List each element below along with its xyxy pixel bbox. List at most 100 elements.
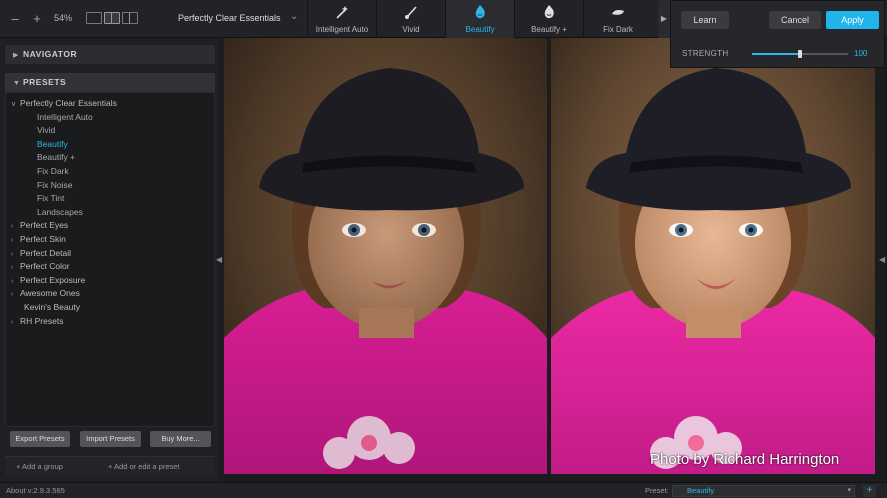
- preset-item[interactable]: Landscapes: [6, 206, 214, 220]
- add-group-link[interactable]: + Add a group: [16, 462, 63, 471]
- add-preset-button[interactable]: +: [863, 485, 876, 497]
- brush-icon: [377, 4, 445, 23]
- tab-intelligent-auto[interactable]: Intelligent Auto: [307, 0, 376, 38]
- collapse-sidebar-icon[interactable]: ◀: [216, 255, 222, 264]
- after-image[interactable]: [551, 38, 875, 474]
- preset-label: Fix Dark: [37, 165, 69, 176]
- view-mode-group: [86, 12, 138, 24]
- navigator-header[interactable]: ▶ NAVIGATOR: [5, 45, 215, 64]
- cancel-button[interactable]: Cancel: [769, 11, 821, 29]
- side-by-side-view-icon[interactable]: [104, 12, 120, 24]
- chevron-down-icon: ▼: [13, 80, 21, 87]
- preset-tree-panel: ∨ Perfectly Clear Essentials Intelligent A…: [5, 92, 215, 427]
- strength-slider-thumb[interactable]: [798, 50, 802, 58]
- strength-slider[interactable]: [752, 50, 848, 58]
- tab-vivid[interactable]: Vivid: [376, 0, 445, 38]
- tab-label: Intelligent Auto: [315, 25, 369, 34]
- buy-more-button[interactable]: Buy More...: [150, 431, 211, 447]
- chevron-down-icon: ∨: [11, 101, 17, 108]
- preset-label: Fix Tint: [37, 193, 65, 204]
- zoom-level[interactable]: 54%: [54, 13, 72, 23]
- preset-label: Vivid: [37, 125, 56, 136]
- strength-value: 100: [854, 49, 868, 58]
- chevron-right-icon: ▶: [13, 52, 19, 59]
- chevron-right-icon: ›: [11, 318, 14, 326]
- preset-item[interactable]: Beautify +: [6, 151, 214, 165]
- photo-credit: Photo by Richard Harrington: [650, 451, 840, 468]
- chevron-down-icon[interactable]: ⌄: [290, 11, 298, 22]
- zoom-in-button[interactable]: +: [30, 11, 44, 26]
- preset-label: Fix Noise: [37, 179, 73, 190]
- preset-item[interactable]: Vivid: [6, 124, 214, 138]
- preset-group-selector[interactable]: Perfectly Clear Essentials: [178, 13, 281, 23]
- preset-label: Perfect Skin: [20, 233, 66, 244]
- preset-label: Beautify: [37, 138, 68, 149]
- preset-group-item[interactable]: › Perfect Detail: [6, 247, 214, 261]
- preset-group-item[interactable]: › Perfect Color: [6, 260, 214, 274]
- preset-actions: Export Presets Import Presets Buy More..…: [10, 431, 215, 447]
- after-photo: [551, 38, 875, 474]
- navigator-title: NAVIGATOR: [23, 49, 78, 59]
- preset-group-item[interactable]: › Awesome Ones: [6, 287, 214, 301]
- preset-group-item[interactable]: ∨ Perfectly Clear Essentials: [6, 97, 214, 111]
- preset-label: Beautify +: [37, 152, 76, 163]
- tab-fix-dark[interactable]: Fix Dark: [583, 0, 652, 38]
- tab-label: Vivid: [402, 25, 420, 34]
- preset-links: + Add a group + Add or edit a preset: [5, 456, 215, 476]
- presets-title: PRESETS: [23, 77, 67, 87]
- preset-group-item[interactable]: › Perfect Skin: [6, 233, 214, 247]
- preset-group-item[interactable]: › Perfect Exposure: [6, 274, 214, 288]
- preset-group-item[interactable]: › Perfect Eyes: [6, 219, 214, 233]
- preset-tree: ∨ Perfectly Clear Essentials Intelligent A…: [6, 97, 214, 328]
- collapse-right-panel-icon[interactable]: ◀: [879, 255, 885, 264]
- preset-item[interactable]: Intelligent Auto: [6, 111, 214, 125]
- preset-label: Perfectly Clear Essentials: [20, 98, 117, 108]
- beautify-plus-icon: [515, 4, 583, 23]
- chevron-right-icon: ›: [11, 264, 14, 272]
- presets-header[interactable]: ▼ PRESETS: [5, 73, 215, 92]
- apply-button[interactable]: Apply: [826, 11, 879, 29]
- preset-label: Perfect Exposure: [20, 274, 86, 285]
- preset-label: Perfect Detail: [20, 247, 72, 258]
- preset-item[interactable]: Fix Tint: [6, 192, 214, 206]
- preset-group-item[interactable]: › RH Presets: [6, 315, 214, 329]
- preset-label: RH Presets: [20, 315, 64, 326]
- chevron-right-icon: ›: [11, 236, 14, 244]
- tab-label: Beautify: [465, 25, 495, 34]
- single-view-icon[interactable]: [86, 12, 102, 24]
- chevron-right-icon: ›: [11, 277, 14, 285]
- preset-label: Preset:: [645, 486, 669, 495]
- split-view-icon[interactable]: [122, 12, 138, 24]
- preset-item[interactable]: Fix Dark: [6, 165, 214, 179]
- preset-tabs: Intelligent Auto Vivid Beautify Beautify…: [307, 0, 652, 38]
- chevron-right-icon: ›: [11, 291, 14, 299]
- preset-item[interactable]: Beautify: [6, 138, 214, 152]
- beautify-drop-icon: [446, 4, 514, 23]
- about-version-link[interactable]: About v:2.9.3.565: [6, 486, 65, 495]
- before-image[interactable]: [224, 38, 547, 474]
- before-photo: [224, 38, 547, 474]
- preset-label: Perfect Color: [20, 261, 70, 272]
- preset-label: Kevin's Beauty: [24, 301, 80, 312]
- preset-group-item[interactable]: Kevin's Beauty: [6, 301, 214, 315]
- chevron-right-icon: ›: [11, 250, 14, 258]
- fix-dark-icon: [584, 4, 652, 23]
- tab-beautify-plus[interactable]: Beautify +: [514, 0, 583, 38]
- preset-label: Perfect Eyes: [20, 220, 69, 231]
- export-presets-button[interactable]: Export Presets: [10, 431, 70, 447]
- learn-button[interactable]: Learn: [681, 11, 729, 29]
- tab-label: Fix Dark: [603, 25, 633, 34]
- preset-label: Awesome Ones: [20, 288, 80, 299]
- zoom-out-button[interactable]: –: [8, 11, 22, 26]
- strength-panel: Learn Cancel Apply STRENGTH 100: [670, 0, 885, 68]
- preset-label: Intelligent Auto: [37, 111, 93, 122]
- tab-beautify[interactable]: Beautify: [445, 0, 514, 38]
- add-preset-link[interactable]: + Add or edit a preset: [108, 462, 180, 471]
- preset-label: Landscapes: [37, 206, 83, 217]
- sidebar: ▶ NAVIGATOR ▼ PRESETS ∨ Perfectly Clear Ess…: [0, 38, 219, 482]
- preset-item[interactable]: Fix Noise: [6, 179, 214, 193]
- preset-dropdown-value: Beautify: [687, 486, 715, 495]
- preset-dropdown[interactable]: Beautify ▾: [672, 485, 855, 497]
- import-presets-button[interactable]: Import Presets: [80, 431, 141, 447]
- tabs-scroll-right-icon[interactable]: ▶: [658, 0, 670, 38]
